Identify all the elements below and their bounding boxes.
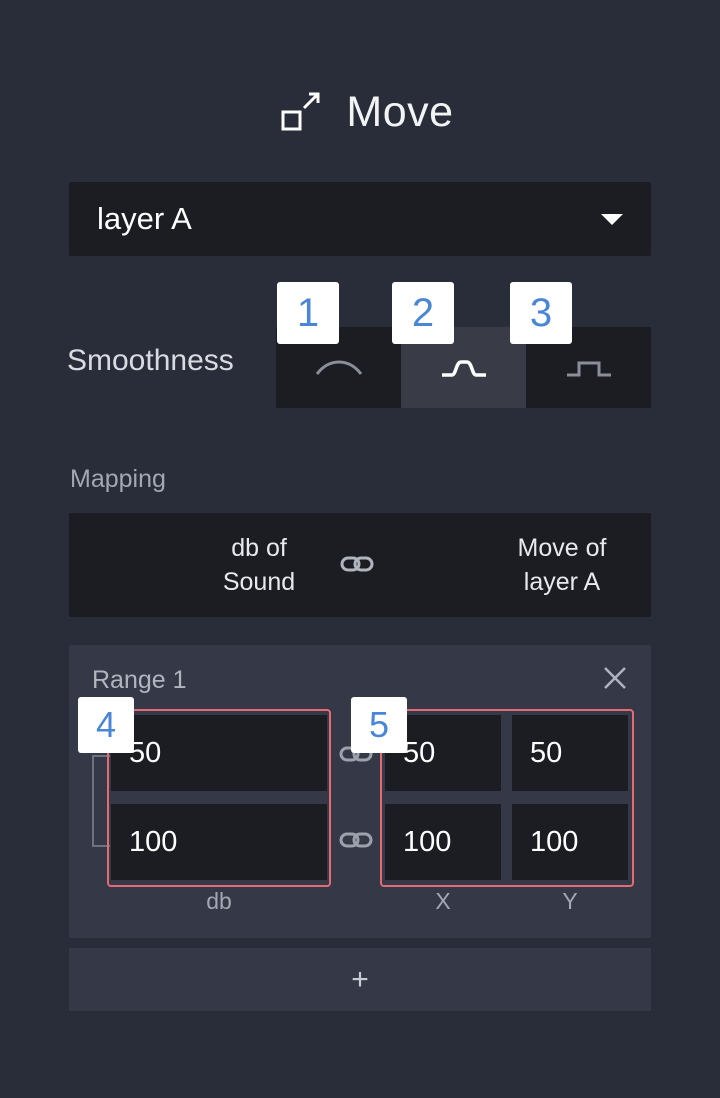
caret-down-icon: [601, 214, 623, 225]
mapping-target[interactable]: Move of layer A: [462, 531, 662, 599]
close-icon[interactable]: [602, 665, 628, 691]
mapping-box: db of Sound Move of layer A: [69, 513, 651, 617]
mapping-source-line2: Sound: [222, 568, 296, 596]
plus-icon: +: [351, 962, 369, 996]
db-min-input[interactable]: 50: [111, 715, 327, 791]
annotation-badge-2: 2: [392, 282, 454, 344]
panel-header: Move: [0, 82, 720, 142]
smooth-curve-icon: [315, 360, 362, 375]
mapping-target-line2: layer A: [523, 568, 601, 596]
y-max-input[interactable]: 100: [512, 804, 628, 880]
x-column-label: X: [435, 888, 451, 914]
link-icon: [340, 556, 374, 572]
medium-curve-icon: [441, 359, 486, 377]
step-curve-icon: [566, 361, 611, 376]
x-max-input[interactable]: 100: [385, 804, 501, 880]
annotation-badge-3: 3: [510, 282, 572, 344]
link-icon[interactable]: [339, 829, 373, 851]
layer-select-value: layer A: [97, 201, 192, 236]
annotation-badge-4: 4: [78, 697, 134, 753]
annotation-badge-5: 5: [351, 697, 407, 753]
mapping-label: Mapping: [70, 465, 166, 493]
smoothness-label: Smoothness: [67, 344, 234, 377]
range-panel: Range 1 50 100 db 50 100 50 100 X Y 4 5: [69, 645, 651, 938]
add-range-button[interactable]: +: [69, 948, 651, 1011]
y-min-input[interactable]: 50: [512, 715, 628, 791]
range-title: Range 1: [92, 666, 187, 694]
layer-select[interactable]: layer A: [69, 182, 651, 256]
db-column-label: db: [206, 888, 232, 914]
mapping-source[interactable]: db of Sound: [159, 531, 359, 599]
y-column-label: Y: [562, 888, 578, 914]
mapping-source-line1: db of: [231, 534, 287, 562]
page-title: Move: [346, 87, 454, 136]
move-resize-icon: [281, 92, 320, 131]
db-max-input[interactable]: 100: [111, 804, 327, 880]
mapping-target-line1: Move of: [517, 534, 607, 562]
annotation-badge-1: 1: [277, 282, 339, 344]
